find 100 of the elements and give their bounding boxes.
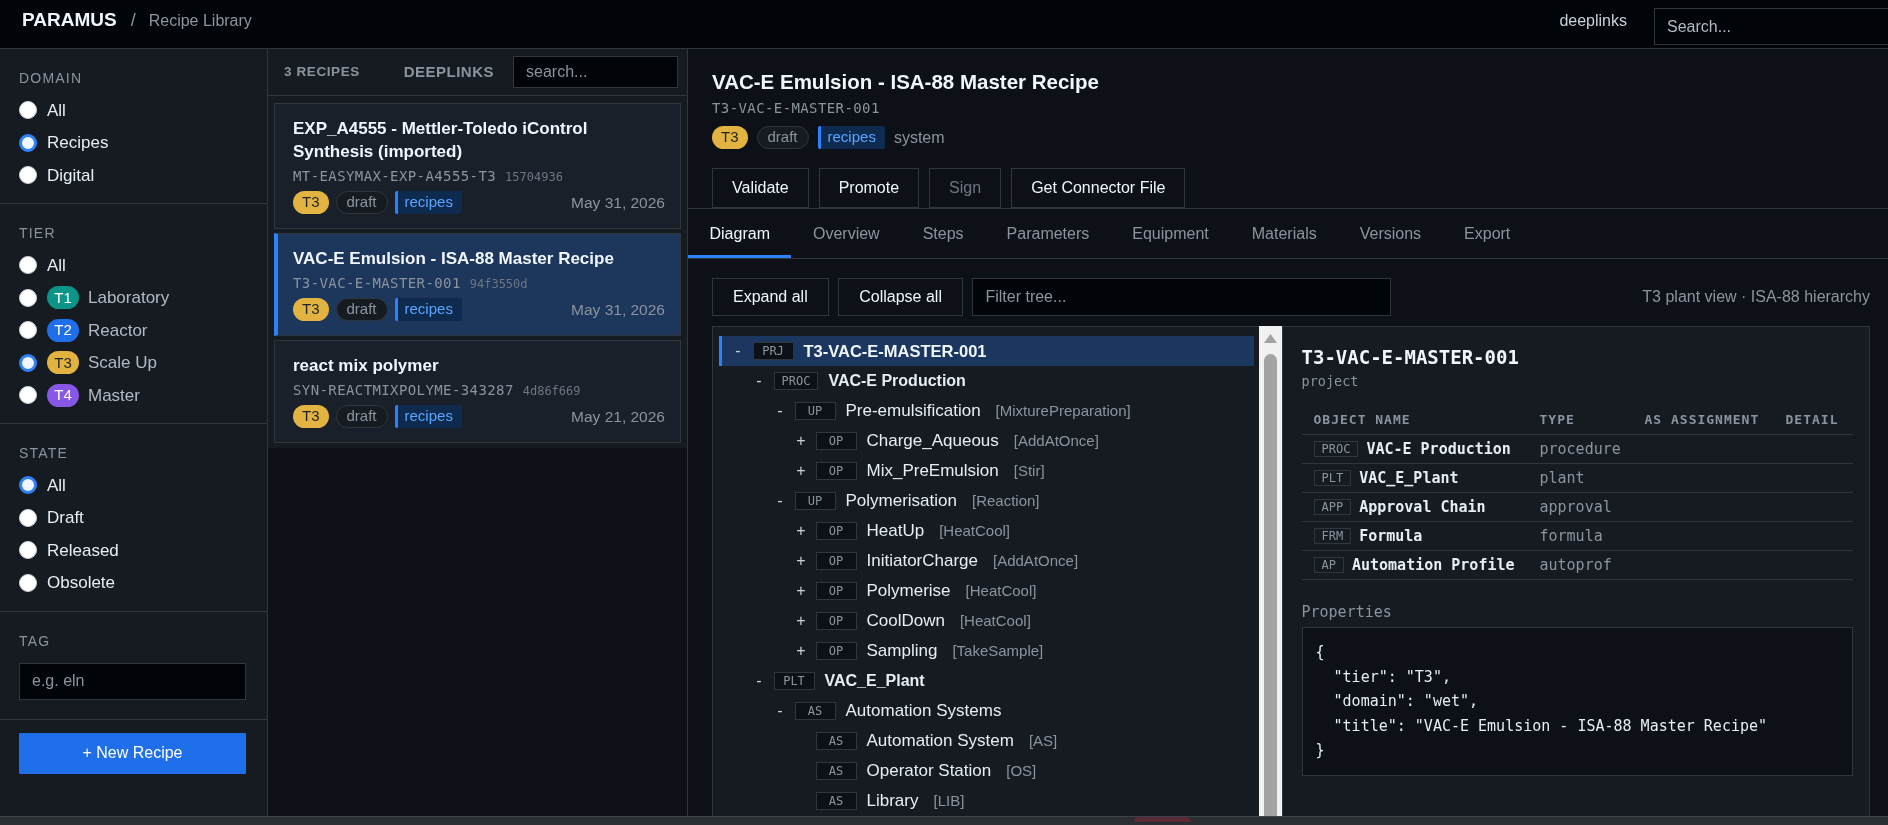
filter-option-label[interactable]: Reactor (88, 317, 148, 343)
expand-toggle[interactable]: + (795, 579, 807, 603)
filter-radio[interactable] (19, 476, 37, 495)
expand-toggle[interactable]: + (795, 609, 807, 633)
filter-radio[interactable] (19, 166, 37, 185)
tree-action-button[interactable]: Collapse all (838, 278, 963, 316)
tab[interactable]: Diagram (688, 209, 792, 258)
new-recipe-button[interactable]: + New Recipe (19, 732, 246, 774)
node-type-tag: AS (815, 762, 857, 780)
tier-badge: T3 (47, 351, 79, 375)
filter-option-label[interactable]: Digital (47, 162, 95, 188)
scrollbar-thumb[interactable] (1264, 354, 1277, 816)
tree-row[interactable]: - PROC VAC-E Production (719, 366, 1254, 396)
object-name[interactable]: Formula (1359, 527, 1423, 546)
filter-option-label[interactable]: All (47, 252, 66, 278)
filter-option-label[interactable]: Obsolete (47, 570, 116, 596)
deeplinks-link[interactable]: deeplinks (1559, 8, 1627, 33)
expand-toggle[interactable]: - (753, 369, 765, 393)
tab[interactable]: Steps (901, 209, 986, 258)
tab[interactable]: Materials (1230, 209, 1339, 258)
expand-toggle[interactable]: + (795, 519, 807, 543)
tab[interactable]: Export (1442, 209, 1532, 258)
expand-toggle[interactable]: - (774, 489, 786, 513)
view-caption: T3 plant view · ISA-88 hierarchy (1642, 287, 1870, 307)
tree-row[interactable]: AS Library [LIB] (719, 786, 1254, 816)
tree-row[interactable]: + OP InitiatorCharge [AddAtOnce] (719, 546, 1254, 576)
recipe-card[interactable]: react mix polymer SYN-REACTMIXPOLYME-343287 4d86f669 T3 draft recipes May 21, 2026 (274, 339, 681, 443)
filter-option-label[interactable]: All (47, 472, 66, 498)
node-type-tag: OP (815, 582, 857, 600)
object-type-text: plant (1539, 469, 1585, 488)
tree-row[interactable]: + OP CoolDown [HeatCool] (719, 606, 1254, 636)
tree-row[interactable]: - UP Polymerisation [Reaction] (719, 486, 1254, 516)
tree-row[interactable]: AS Operator Station [OS] (719, 756, 1254, 786)
expand-toggle[interactable]: - (732, 339, 744, 363)
filter-option-label[interactable]: Draft (47, 505, 84, 531)
tree-row[interactable]: AS Automation System [AS] (719, 726, 1254, 756)
filter-radio[interactable] (19, 353, 37, 372)
action-button[interactable]: Get Connector File (1011, 168, 1186, 208)
object-type-text: formula (1539, 527, 1603, 546)
filter-option-label[interactable]: Scale Up (88, 350, 157, 376)
tab[interactable]: Parameters (985, 209, 1111, 258)
search-field[interactable]: Search... (1654, 8, 1888, 45)
expand-toggle[interactable]: + (795, 639, 807, 663)
tree-row[interactable]: - PLT VAC_E_Plant (719, 666, 1254, 696)
tab[interactable]: Overview (791, 209, 902, 258)
tree-row[interactable]: + OP HeatUp [HeatCool] (719, 516, 1254, 546)
tree-row[interactable]: - PRJ T3-VAC-E-MASTER-001 (719, 336, 1254, 366)
tree-row[interactable]: - UP Pre-emulsification [MixturePreparation] (719, 396, 1254, 426)
filter-radio[interactable] (19, 386, 37, 405)
expand-toggle[interactable]: + (795, 459, 807, 483)
object-type-tag: FRM (1313, 528, 1352, 545)
expand-toggle[interactable]: + (795, 549, 807, 573)
recipe-card[interactable]: VAC-E Emulsion - ISA-88 Master Recipe T3-VAC-E-MASTER-001 94f3550d T3 draft recipes May 31, 2026 (274, 232, 681, 336)
tree-row[interactable]: + OP Sampling [TakeSample] (719, 636, 1254, 666)
object-name[interactable]: VAC_E_Plant (1359, 469, 1459, 488)
filter-radio[interactable] (19, 573, 37, 592)
filter-option-label[interactable]: Recipes (47, 130, 109, 156)
filter-radio[interactable] (19, 133, 37, 152)
tab[interactable]: Equipment (1110, 209, 1231, 258)
recipe-card[interactable]: EXP_A4555 - Mettler-Toledo iControl Synthesis (imported) MT-EASYMAX-EXP-A4555-T3 15704936 T3 draft recipes May 31, 2026 (274, 102, 681, 229)
tree-row[interactable]: + OP Charge_Aqueous [AddAtOnce] (719, 426, 1254, 456)
brand-name[interactable]: PARAMUS (22, 6, 117, 35)
node-label: Automation System (866, 730, 1014, 753)
scrollbar[interactable] (1259, 326, 1282, 816)
filter-radio[interactable] (19, 508, 37, 527)
action-button[interactable]: Promote (818, 168, 920, 208)
filter-radio[interactable] (19, 256, 37, 275)
expand-toggle[interactable]: - (774, 699, 786, 723)
filter-radio[interactable] (19, 288, 37, 307)
tag-badge: recipes (394, 298, 462, 321)
recipe-code: T3-VAC-E-MASTER-001 (712, 99, 881, 118)
node-label: VAC_E_Plant (824, 671, 925, 691)
expand-toggle[interactable]: + (795, 429, 807, 453)
action-button[interactable]: Validate (712, 168, 809, 208)
node-label: CoolDown (866, 610, 945, 633)
tree-row[interactable]: - AS Automation Systems (719, 696, 1254, 726)
tree-action-button[interactable]: Expand all (712, 278, 829, 316)
filter-option-label[interactable]: Master (88, 382, 140, 408)
object-name[interactable]: Approval Chain (1359, 498, 1486, 517)
node-class: [Reaction] (972, 490, 1040, 511)
filter-heading: TIER (19, 224, 57, 242)
filter-field[interactable]: Filter tree... (972, 278, 1392, 316)
object-type-tag: APP (1313, 499, 1352, 516)
object-name[interactable]: VAC-E Production (1366, 440, 1511, 459)
expand-toggle[interactable]: - (774, 399, 786, 423)
expand-toggle[interactable]: - (753, 669, 765, 693)
node-label: InitiatorCharge (866, 550, 978, 573)
tree-row[interactable]: + OP Polymerise [HeatCool] (719, 576, 1254, 606)
tree-row[interactable]: + OP Mix_PreEmulsion [Stir] (719, 456, 1254, 486)
tag-input-field[interactable]: e.g. eln (19, 662, 246, 700)
filter-option-label[interactable]: Released (47, 537, 119, 563)
filter-radio[interactable] (19, 101, 37, 120)
deeplinks-link[interactable]: DEEPLINKS (403, 60, 494, 84)
filter-option-label[interactable]: Laboratory (88, 285, 170, 311)
filter-radio[interactable] (19, 321, 37, 340)
object-name[interactable]: Automation Profile (1351, 556, 1515, 575)
filter-radio[interactable] (19, 541, 37, 560)
search-field[interactable]: search... (513, 56, 678, 88)
tab[interactable]: Versions (1338, 209, 1443, 258)
filter-option-label[interactable]: All (47, 97, 66, 123)
